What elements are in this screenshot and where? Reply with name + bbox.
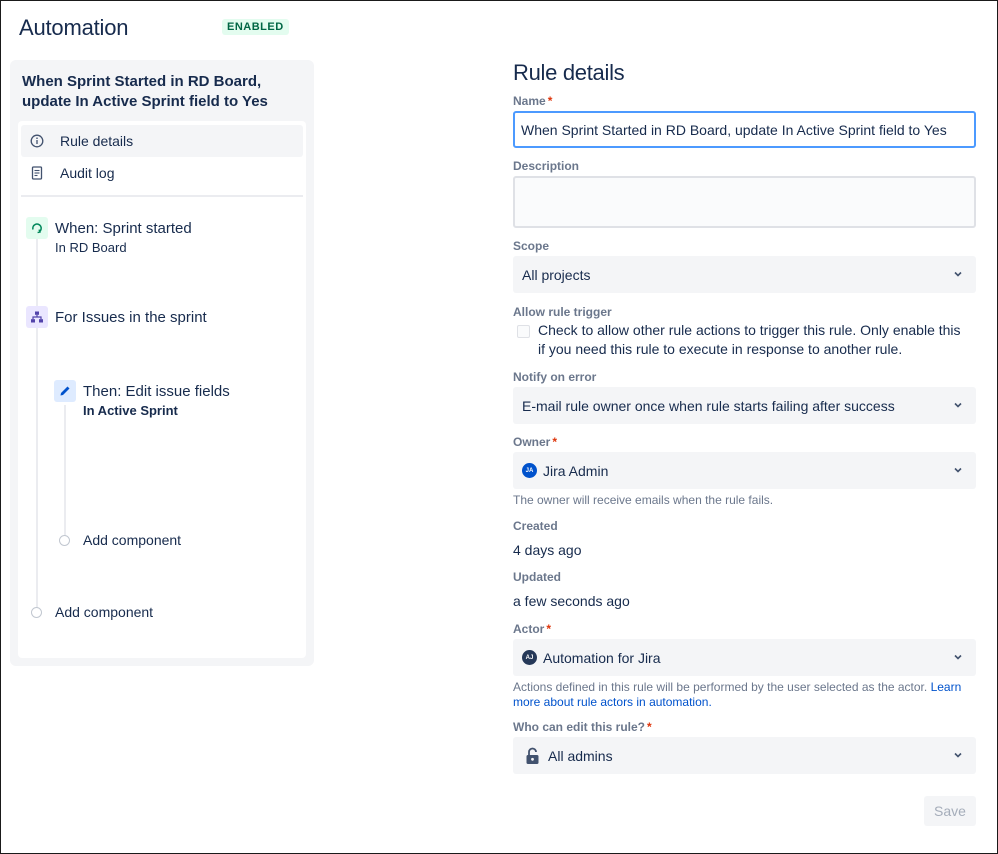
allow-trigger-label: Allow rule trigger bbox=[513, 305, 612, 319]
trigger-title[interactable]: When: Sprint started bbox=[55, 220, 192, 237]
updated-value: a few seconds ago bbox=[513, 593, 630, 609]
scope-select[interactable]: All projects bbox=[513, 256, 976, 293]
actor-select[interactable]: AJ Automation for Jira bbox=[513, 639, 976, 676]
scope-value: All projects bbox=[522, 266, 591, 283]
name-label-text: Name bbox=[513, 94, 546, 108]
sprint-icon[interactable] bbox=[26, 217, 48, 239]
nav-rule-details[interactable]: Rule details bbox=[21, 125, 303, 157]
save-button[interactable]: Save bbox=[924, 796, 976, 826]
created-label: Created bbox=[513, 519, 558, 533]
allow-trigger-checkbox[interactable] bbox=[517, 325, 530, 338]
status-badge: ENABLED bbox=[222, 19, 289, 35]
rule-details-title: Rule details bbox=[513, 60, 625, 85]
description-label: Description bbox=[513, 159, 580, 173]
avatar: JA bbox=[522, 463, 537, 478]
nav-divider bbox=[21, 195, 303, 197]
rule-sidebar: When Sprint Started in RD Board, update … bbox=[10, 60, 314, 666]
chevron-down-icon bbox=[954, 467, 962, 473]
required-marker: * bbox=[547, 94, 553, 108]
unlock-icon bbox=[526, 747, 539, 764]
flow-line-main bbox=[36, 239, 38, 609]
description-textarea[interactable] bbox=[513, 176, 976, 228]
info-icon bbox=[30, 134, 44, 148]
document-icon bbox=[30, 166, 44, 180]
created-value: 4 days ago bbox=[513, 542, 582, 558]
trigger-subtitle: In RD Board bbox=[55, 240, 127, 255]
scope-label: Scope bbox=[513, 239, 550, 253]
nav-audit-log-label: Audit log bbox=[60, 165, 115, 181]
action-title[interactable]: Then: Edit issue fields bbox=[83, 383, 230, 400]
who-can-edit-label-text: Who can edit this rule? bbox=[513, 720, 646, 734]
owner-label-text: Owner bbox=[513, 435, 551, 449]
notify-value: E-mail rule owner once when rule starts … bbox=[522, 397, 895, 414]
required-marker: * bbox=[647, 720, 652, 734]
owner-value: Jira Admin bbox=[543, 462, 609, 479]
notify-select[interactable]: E-mail rule owner once when rule starts … bbox=[513, 387, 976, 424]
owner-select[interactable]: JA Jira Admin bbox=[513, 452, 976, 489]
actor-label-text: Actor bbox=[513, 622, 545, 636]
required-marker: * bbox=[546, 622, 552, 636]
chevron-down-icon bbox=[954, 402, 962, 408]
who-can-edit-value: All admins bbox=[548, 747, 613, 764]
branch-title[interactable]: For Issues in the sprint bbox=[55, 309, 207, 326]
add-component-dot-inner bbox=[59, 535, 70, 546]
pencil-icon[interactable] bbox=[54, 380, 76, 402]
notify-label: Notify on error bbox=[513, 370, 597, 384]
chevron-down-icon bbox=[954, 271, 962, 277]
who-can-edit-label: Who can edit this rule? * bbox=[513, 720, 652, 734]
owner-label: Owner * bbox=[513, 435, 557, 449]
rule-name-heading: When Sprint Started in RD Board, update … bbox=[22, 73, 268, 110]
action-subtitle: In Active Sprint bbox=[83, 403, 178, 418]
actor-helper-body: Actions defined in this rule will be per… bbox=[513, 680, 928, 694]
updated-label: Updated bbox=[513, 570, 561, 584]
flow-line-branch bbox=[64, 405, 66, 540]
name-input[interactable] bbox=[513, 111, 976, 148]
nav-rule-details-label: Rule details bbox=[60, 133, 134, 149]
page-title: Automation bbox=[19, 15, 129, 40]
actor-helper-text: Actions defined in this rule will be per… bbox=[513, 680, 973, 710]
add-component-outer-button[interactable]: Add component bbox=[55, 604, 153, 620]
owner-helper-text: The owner will receive emails when the r… bbox=[513, 493, 774, 507]
required-marker: * bbox=[552, 435, 558, 449]
who-can-edit-select[interactable]: All admins bbox=[513, 737, 976, 774]
avatar: AJ bbox=[522, 650, 537, 665]
hierarchy-icon[interactable] bbox=[26, 306, 48, 328]
chevron-down-icon bbox=[954, 654, 962, 660]
trigger-subtitle-prefix: In bbox=[55, 240, 66, 255]
nav-audit-log[interactable]: Audit log bbox=[21, 157, 303, 189]
chevron-down-icon bbox=[954, 752, 962, 758]
add-component-inner-button[interactable]: Add component bbox=[83, 532, 181, 548]
add-component-dot-outer bbox=[31, 607, 42, 618]
rule-components-card: Rule details Audit log When: Sprint star… bbox=[18, 121, 306, 658]
actor-value: Automation for Jira bbox=[543, 649, 661, 666]
actor-label: Actor * bbox=[513, 622, 551, 636]
allow-trigger-text[interactable]: Check to allow other rule actions to tri… bbox=[538, 321, 968, 359]
automation-window: Automation ENABLED When Sprint Started i… bbox=[0, 0, 998, 854]
trigger-subtitle-board: RD Board bbox=[69, 240, 127, 255]
name-label: Name * bbox=[513, 94, 552, 108]
